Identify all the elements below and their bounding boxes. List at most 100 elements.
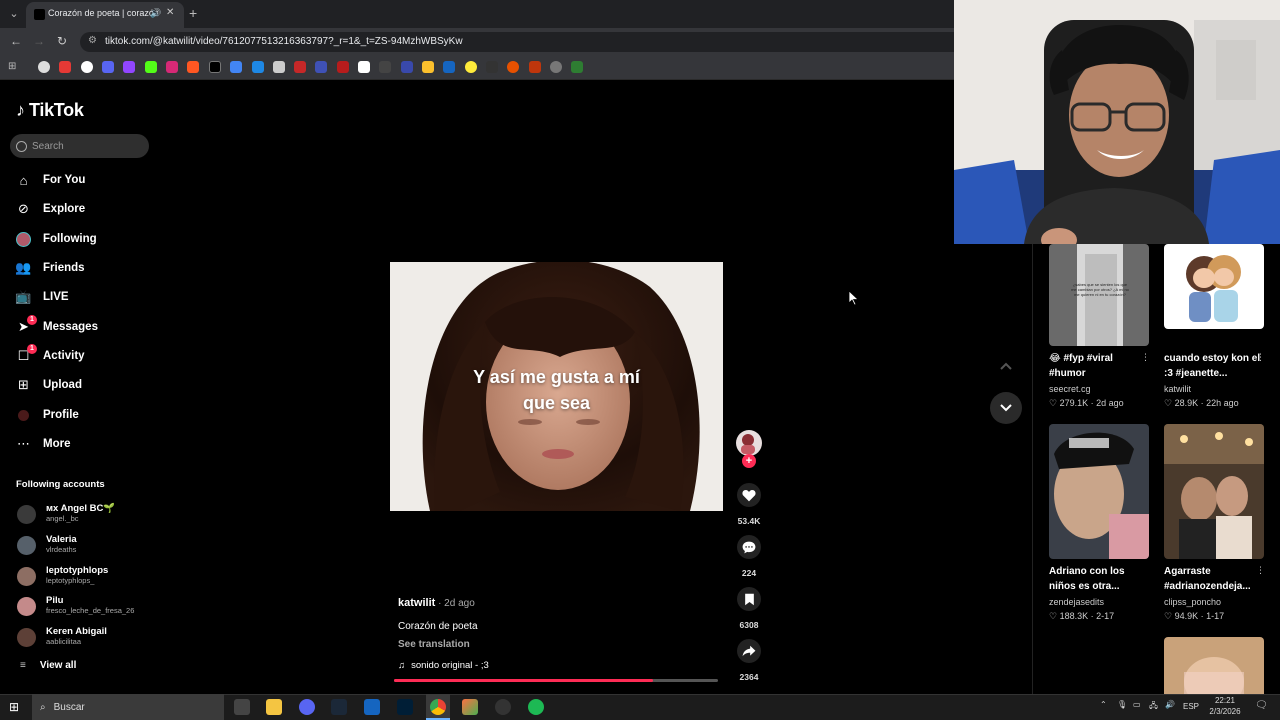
nav-activity[interactable]: ☐ 1 Activity xyxy=(16,343,156,369)
chrome-icon[interactable] xyxy=(430,699,446,715)
nav-upload[interactable]: ⊞ Upload xyxy=(16,372,156,398)
nav-following[interactable]: Following xyxy=(16,226,156,252)
following-account[interactable]: Keren Abigail aablicilitaa xyxy=(17,623,157,651)
recommendation-title[interactable]: cuando estoy kon el :3 #jeanette... xyxy=(1164,351,1264,381)
author-name[interactable]: katwilit xyxy=(398,597,435,609)
tab-search-icon[interactable]: ⌄ xyxy=(6,6,22,22)
windows-start-icon[interactable]: ⊞ xyxy=(9,700,19,714)
volume-icon[interactable]: 🔊 xyxy=(1165,700,1175,709)
bookmark-site-icon[interactable] xyxy=(422,61,434,73)
bookmark-site-icon[interactable] xyxy=(465,61,477,73)
bookmark-site-icon[interactable] xyxy=(486,61,498,73)
taskbar-app-icon[interactable] xyxy=(234,699,250,715)
more-options-icon[interactable]: ⋮ xyxy=(1256,352,1265,363)
bookmark-site-icon[interactable] xyxy=(252,61,264,73)
recommendation-title[interactable]: Adriano con los niños es otra... xyxy=(1049,564,1149,594)
recommendation-user[interactable]: clipss_poncho xyxy=(1164,597,1221,607)
recommendation-title[interactable]: 😂 #fyp #viral #humor xyxy=(1049,351,1149,381)
bookmark-twitch-icon[interactable] xyxy=(123,61,135,73)
language-indicator[interactable]: ESP xyxy=(1183,702,1199,711)
bookmark-notion-icon[interactable] xyxy=(358,61,370,73)
share-button[interactable] xyxy=(737,639,761,663)
recommendation-user[interactable]: seecret.cg xyxy=(1049,384,1091,394)
bookmark-site-icon[interactable] xyxy=(443,61,455,73)
nav-live[interactable]: 📺 LIVE xyxy=(15,284,156,310)
bookmark-site-icon[interactable] xyxy=(81,61,93,73)
bookmark-site-icon[interactable] xyxy=(529,61,541,73)
follow-plus-button[interactable]: + xyxy=(742,454,756,468)
bookmark-google-icon[interactable] xyxy=(38,61,50,73)
bookmark-youtube-icon[interactable] xyxy=(59,61,71,73)
recommendation-user[interactable]: katwilit xyxy=(1164,384,1191,394)
notifications-icon[interactable]: 🗨 xyxy=(1255,700,1268,711)
sound-link[interactable]: ♫ sonido original - ;3 xyxy=(398,660,489,671)
video-progress-bar[interactable] xyxy=(394,679,718,682)
tab-audio-icon[interactable]: 🔊 xyxy=(150,8,161,19)
following-account[interactable]: leptotyphlops leptotyphlops_ xyxy=(17,562,157,590)
bookmark-site-icon[interactable] xyxy=(379,61,391,73)
tiktok-logo[interactable]: ♪ TikTok xyxy=(16,99,84,121)
recommendation-thumbnail[interactable] xyxy=(1049,424,1149,559)
view-all-link[interactable]: ≡ View all xyxy=(20,660,76,671)
nav-profile[interactable]: Profile xyxy=(16,402,156,428)
steam-icon[interactable] xyxy=(331,699,347,715)
recommendation-user[interactable]: zendejasedits xyxy=(1049,597,1104,607)
nav-explore[interactable]: ⊘ Explore xyxy=(16,196,156,222)
microphone-icon[interactable]: 🎙 xyxy=(1117,700,1127,709)
bookmark-site-icon[interactable] xyxy=(550,61,562,73)
bookmark-x-icon[interactable] xyxy=(209,61,221,73)
see-translation-link[interactable]: See translation xyxy=(398,639,470,650)
discord-icon[interactable] xyxy=(299,699,315,715)
bookmark-sheets-icon[interactable] xyxy=(571,61,583,73)
bookmark-site-icon[interactable] xyxy=(102,61,114,73)
recommendation-thumbnail[interactable] xyxy=(1164,637,1264,694)
taskbar-clock[interactable]: 22:21 2/3/2026 xyxy=(1200,695,1250,717)
tray-app-icon[interactable]: ▭ xyxy=(1133,700,1141,709)
tray-overflow-icon[interactable]: ⌃ xyxy=(1100,700,1107,709)
address-bar[interactable]: ⚙ tiktok.com/@katwilit/video/76120775132… xyxy=(80,32,954,52)
more-options-icon[interactable]: ⋮ xyxy=(1141,352,1150,363)
recommendation-thumbnail[interactable]: ¿sabes que se sienten los que me cambian… xyxy=(1049,244,1149,346)
creator-avatar[interactable] xyxy=(736,430,762,456)
video-author[interactable]: katwilit · 2d ago xyxy=(398,597,475,609)
photoshop-icon[interactable] xyxy=(397,699,413,715)
bookmark-site-icon[interactable] xyxy=(273,61,285,73)
reload-icon[interactable]: ↻ xyxy=(57,34,67,48)
forward-arrow-icon[interactable]: → xyxy=(33,34,45,48)
new-tab-button[interactable]: + xyxy=(189,5,197,21)
taskbar-search[interactable]: ⌕ Buscar xyxy=(32,694,224,720)
taskbar-app-icon[interactable] xyxy=(462,699,478,715)
file-explorer-icon[interactable] xyxy=(266,699,282,715)
bookmark-site-icon[interactable] xyxy=(315,61,327,73)
apps-grid-icon[interactable]: ⊞ xyxy=(8,61,16,72)
bookmark-site-icon[interactable] xyxy=(507,61,519,73)
vegas-icon[interactable] xyxy=(364,699,380,715)
nav-for-you[interactable]: ⌂ For You xyxy=(16,167,156,193)
following-account[interactable]: Pilu fresco_leche_de_fresa_26 xyxy=(17,592,157,620)
like-button[interactable] xyxy=(737,483,761,507)
nav-friends[interactable]: 👥 Friends xyxy=(15,255,156,281)
save-button[interactable] xyxy=(737,587,761,611)
following-account[interactable]: ᴍx Angel BC🌱 angel._bc xyxy=(17,500,157,528)
recommendation-thumbnail[interactable] xyxy=(1164,424,1264,559)
taskbar-app-icon[interactable] xyxy=(495,699,511,715)
bookmark-kick-icon[interactable] xyxy=(145,61,157,73)
recommendation-thumbnail[interactable] xyxy=(1164,244,1264,329)
comment-button[interactable] xyxy=(737,535,761,559)
bookmark-site-icon[interactable] xyxy=(401,61,413,73)
search-box[interactable] xyxy=(10,134,149,158)
nav-more[interactable]: ⋯ More xyxy=(16,431,156,457)
back-arrow-icon[interactable]: ← xyxy=(10,34,22,48)
bookmark-site-icon[interactable] xyxy=(294,61,306,73)
browser-tab[interactable]: Corazón de poeta | corazón 🔊 ✕ xyxy=(26,2,184,28)
bookmark-site-icon[interactable] xyxy=(337,61,349,73)
spotify-icon[interactable] xyxy=(528,699,544,715)
bookmark-site-icon[interactable] xyxy=(187,61,199,73)
recommendation-title[interactable]: Agarraste #adrianozendeja... xyxy=(1164,564,1264,594)
tab-close-icon[interactable]: ✕ xyxy=(166,7,174,18)
network-icon[interactable]: 🖧 xyxy=(1149,700,1158,714)
previous-video-button[interactable] xyxy=(990,350,1022,382)
next-video-button[interactable] xyxy=(990,392,1022,424)
search-input[interactable] xyxy=(32,140,142,152)
following-account[interactable]: Valeria vlrdeaths xyxy=(17,531,157,559)
